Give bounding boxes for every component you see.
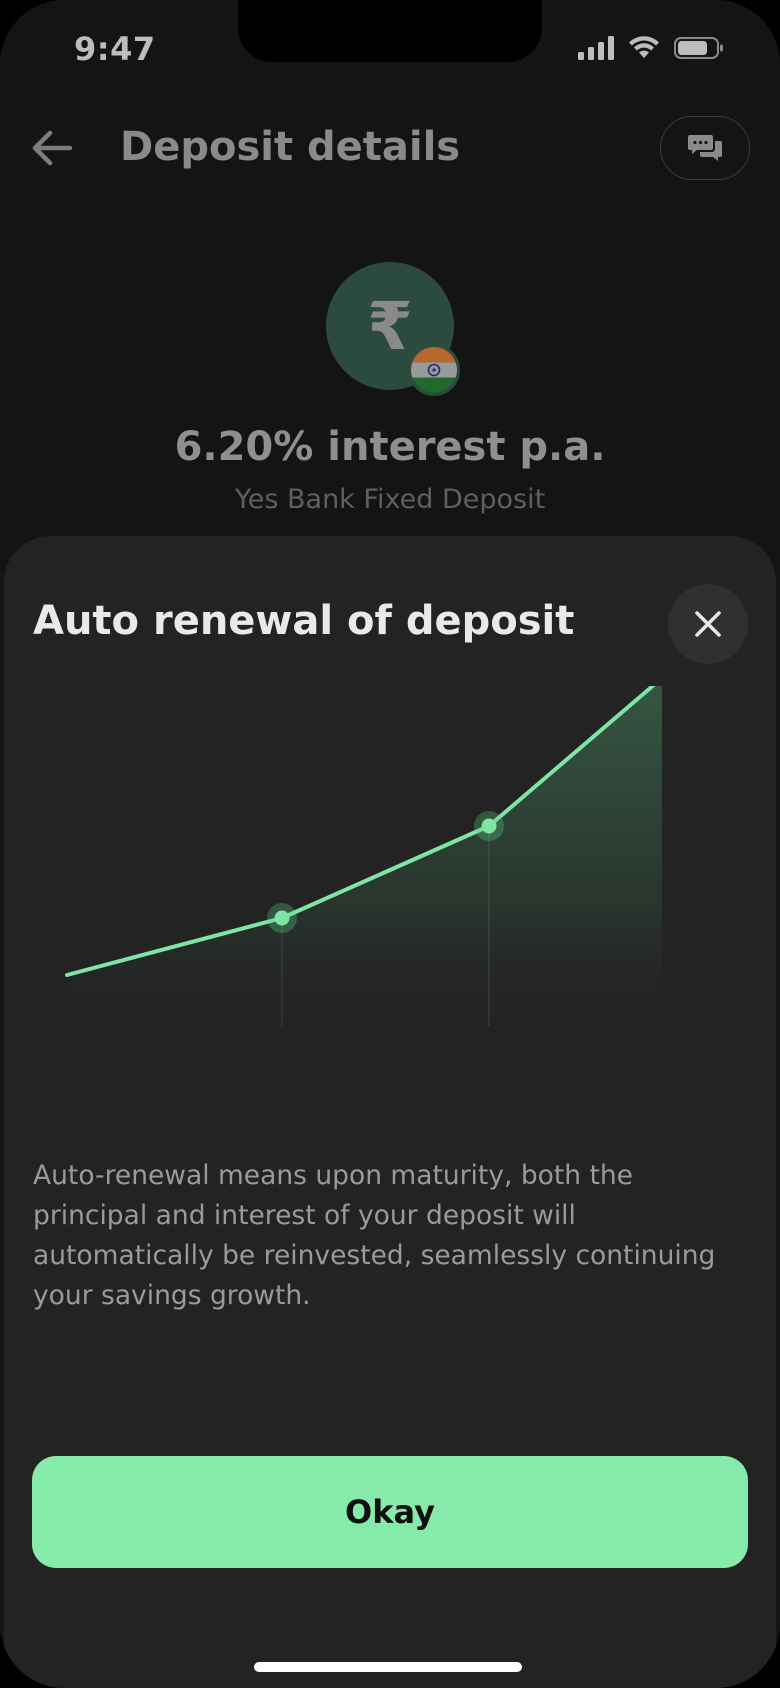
auto-renewal-sheet: Auto renewal of deposit Auto-renewal mea… (4, 536, 776, 1688)
growth-area (67, 686, 662, 1031)
okay-button[interactable]: Okay (32, 1456, 748, 1568)
status-icons (578, 36, 724, 60)
close-icon (695, 611, 721, 637)
support-chat-button[interactable] (660, 116, 750, 180)
sheet-title: Auto renewal of deposit (33, 598, 575, 644)
device-notch (238, 0, 542, 62)
growth-illustration (65, 686, 662, 1031)
battery-icon (674, 37, 723, 59)
renewal-point-1 (274, 910, 290, 926)
close-button[interactable] (668, 584, 748, 664)
page-title: Deposit details (120, 124, 461, 170)
status-time: 9:47 (74, 30, 156, 68)
arrow-left-icon[interactable] (30, 126, 74, 170)
home-indicator[interactable] (254, 1662, 522, 1672)
wifi-icon (629, 36, 659, 58)
interest-rate: 6.20% interest p.a. (174, 424, 606, 470)
bank-name: Yes Bank Fixed Deposit (234, 484, 546, 515)
renewal-point-2 (481, 818, 497, 834)
auto-renewal-description: Auto-renewal means upon maturity, both t… (33, 1160, 716, 1311)
phone-screen: 9:47 Deposit details ₹ 6.20% interest p.… (0, 0, 780, 1688)
india-flag-icon (408, 344, 460, 396)
chat-bubbles-icon (688, 135, 722, 161)
status-bar: 9:47 (0, 0, 780, 100)
signal-icon (578, 36, 614, 60)
app-header: Deposit details (0, 108, 780, 188)
rupee-icon: ₹ (367, 287, 413, 365)
